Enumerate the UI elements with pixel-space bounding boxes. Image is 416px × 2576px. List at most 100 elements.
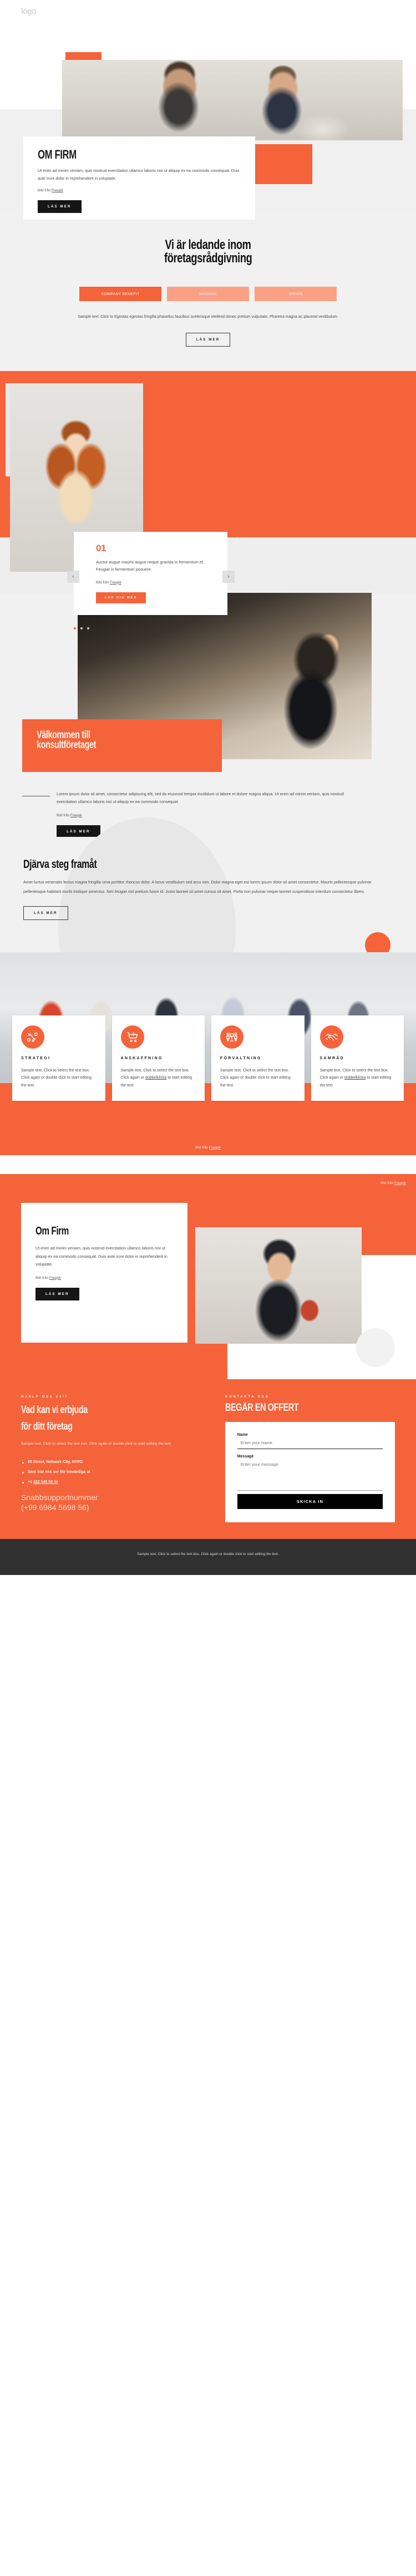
leading-tabs: COMPANY BENEFIT MISSION VISION <box>0 287 416 302</box>
service-body: Sample text. Click to select the text bo… <box>320 1067 395 1090</box>
omfirm-top-credit-link[interactable]: Freepik <box>394 1181 406 1185</box>
tab-vision[interactable]: VISION <box>255 287 337 302</box>
form-eyebrow: KONTAKTA OSS <box>225 1394 270 1399</box>
message-field[interactable] <box>237 1459 383 1491</box>
site-logo[interactable]: logo <box>21 7 37 16</box>
welcome-read-more-button[interactable]: LÄS MER <box>57 825 100 838</box>
welcome-credit-prefix: Bild från <box>57 813 70 817</box>
consulting-people-icon <box>220 1025 243 1049</box>
service-title: SAMRÅD <box>319 1056 345 1060</box>
contact-detail-list: 65 Street, Network City, NYPD Som inte e… <box>21 1460 213 1484</box>
service-body-before: Sample text. Click to select the text bo… <box>220 1068 291 1088</box>
chevron-left-icon[interactable]: ‹ <box>67 570 79 583</box>
welcome-credit: Bild från Freepik <box>57 813 399 819</box>
slider-learn-more-button[interactable]: LÄR DIG MER <box>96 592 146 603</box>
slider-number: 01 <box>96 542 106 553</box>
service-body: Sample text. Click to select the text bo… <box>121 1067 196 1090</box>
omfirm-top-credit-prefix: Bild från <box>381 1181 394 1185</box>
tab-company-benefit[interactable]: COMPANY BENEFIT <box>79 287 161 302</box>
about-credit: Bild från Freepik <box>38 188 242 194</box>
slider-dot-3[interactable] <box>87 627 89 629</box>
slider-credit-prefix: Bild från <box>96 580 110 585</box>
bold-steps-section: Djärva steg framåt Amet luctus venenatis… <box>0 817 416 1039</box>
contact-form-column: KONTAKTA OSS BEGÄR EN OFFERT Name Messag… <box>225 1395 395 1523</box>
handshake-icon <box>319 1025 343 1049</box>
shopping-cart-icon <box>120 1025 144 1049</box>
service-body-before: Sample text. Click to select the text bo… <box>21 1068 92 1088</box>
contact-title-line1: Vad kan vi erbjuda <box>21 1404 88 1416</box>
about-credit-prefix: Bild från <box>38 189 52 193</box>
bold-body: Amet luctus venenatis lectus magna fring… <box>23 880 372 894</box>
about-card: OM FIRM Ut enim ad minim veniam, quis no… <box>23 136 255 220</box>
slider-body: Auctor augue mauris augue neque gravida … <box>96 559 205 572</box>
about-title: OM FIRM <box>38 148 77 161</box>
omfirm-credit-prefix: Bild från <box>35 1276 49 1280</box>
welcome-body: Lorem ipsum dolor sit amet, consectetur … <box>57 791 344 805</box>
welcome-title-card: Välkommen till konsultföretaget <box>22 719 222 772</box>
service-card-anskaffning[interactable]: ANSKAFFNING Sample text. Click to select… <box>111 1015 205 1101</box>
welcome-title-line2: konsultföretaget <box>37 739 97 751</box>
leading-title-line2: företagsrådgivning <box>164 250 252 266</box>
site-footer: Sample text. Click to select the text bo… <box>0 1539 416 1576</box>
omfirm-card: Om Firm Ut enim ad minim veniam, quis no… <box>21 1202 187 1343</box>
contact-sample-text: Sample text. Click to select the text bo… <box>21 1441 172 1446</box>
leading-title-line1: Vi är ledande inom <box>165 237 251 252</box>
slider-dot-2[interactable] <box>80 627 83 629</box>
contact-support-label: Snabbsupportnummer <box>21 1493 98 1502</box>
message-label: Message <box>237 1455 254 1459</box>
service-title: FÖRVALTNING <box>220 1056 262 1060</box>
slider-dot-1[interactable] <box>74 627 76 629</box>
omfirm-read-more-button[interactable]: LÄS MER <box>35 1287 79 1300</box>
welcome-section: Välkommen till konsultföretaget Lorem ip… <box>0 592 416 838</box>
contact-phone-prefix: +1 <box>28 1480 33 1485</box>
slider-section: 01 Auctor augue mauris augue neque gravi… <box>0 370 416 629</box>
contact-title-line2: för ditt företag <box>21 1421 73 1433</box>
contact-phone: +1 222 545 55 44 <box>21 1480 213 1484</box>
contact-phone-number[interactable]: 222 545 55 44 <box>33 1480 58 1484</box>
site-header: logo <box>0 0 416 43</box>
contact-info-column: HJÄLP OSS 24/7 Vad kan vi erbjuda för di… <box>21 1395 213 1523</box>
omfirm-photo <box>195 1227 362 1344</box>
slider-credit: Bild från Freepik <box>96 580 215 586</box>
about-body: Ut enim ad minim veniam, quis nostrud ex… <box>38 167 240 181</box>
chevron-right-icon[interactable]: › <box>222 570 235 583</box>
slider-credit-link[interactable]: Freepik <box>110 581 121 585</box>
slider-card: 01 Auctor augue mauris augue neque gravi… <box>74 531 227 615</box>
contact-eyebrow: HJÄLP OSS 24/7 <box>21 1394 69 1399</box>
welcome-body-block: Lorem ipsum dolor sit amet, consectetur … <box>22 790 399 838</box>
service-body: Sample text. Click to select the text bo… <box>21 1067 97 1090</box>
bold-read-more-button[interactable]: LÄS MER <box>23 906 68 920</box>
service-title: STRATEGI <box>21 1056 51 1060</box>
omfirm-body: Ut enim ad minim veniam, quis nostrud ex… <box>35 1246 168 1267</box>
service-body-link[interactable]: dubbelklicka <box>145 1076 167 1080</box>
quote-form: Name Message SKICKA IN <box>225 1422 395 1523</box>
service-card-forvaltning[interactable]: FÖRVALTNING Sample text. Click to select… <box>211 1015 305 1101</box>
service-card-samrad[interactable]: SAMRÅD Sample text. Click to select the … <box>311 1015 404 1101</box>
submit-button[interactable]: SKICKA IN <box>237 1494 383 1510</box>
service-body-link[interactable]: dubbelklicka <box>344 1076 366 1080</box>
contact-address: 65 Street, Network City, NYPD <box>21 1460 213 1464</box>
omfirm-credit-link[interactable]: Freepik <box>49 1276 61 1280</box>
welcome-credit-link[interactable]: Freepik <box>70 814 82 817</box>
slider-pagination <box>74 627 89 629</box>
leading-sample-text: Sample text. Click to Egestas egestas fr… <box>78 315 338 319</box>
name-label: Name <box>237 1433 248 1437</box>
tab-mission[interactable]: MISSION <box>167 287 249 302</box>
leading-read-more-button[interactable]: LÄS MER <box>185 332 231 347</box>
bold-title: Djärva steg framåt <box>23 857 97 871</box>
contact-note: Som inte ens ser lite trovärdiga ut <box>21 1470 213 1474</box>
service-title: ANSKAFFNING <box>120 1056 163 1060</box>
hero-photo <box>62 60 403 140</box>
services-credit-link[interactable]: Freepik <box>209 1146 221 1150</box>
omfirm-credit: Bild från Freepik <box>35 1276 173 1281</box>
footer-text: Sample text. Click to select the text bo… <box>137 1552 279 1557</box>
landing-page: logo OM FIRM Ut enim ad minim veniam, qu… <box>0 0 416 1576</box>
about-read-more-button[interactable]: LÄS MER <box>38 200 82 214</box>
name-field[interactable] <box>237 1437 383 1450</box>
strategy-icon <box>21 1025 44 1049</box>
contact-support-number[interactable]: (+99 6984 5698 56) <box>21 1503 213 1513</box>
service-card-strategi[interactable]: STRATEGI Sample text. Click to select th… <box>12 1015 105 1101</box>
omfirm-decorative-circle <box>356 1328 395 1367</box>
about-credit-link[interactable]: Freepik <box>52 189 63 192</box>
form-title: BEGÄR EN OFFERT <box>225 1401 299 1414</box>
